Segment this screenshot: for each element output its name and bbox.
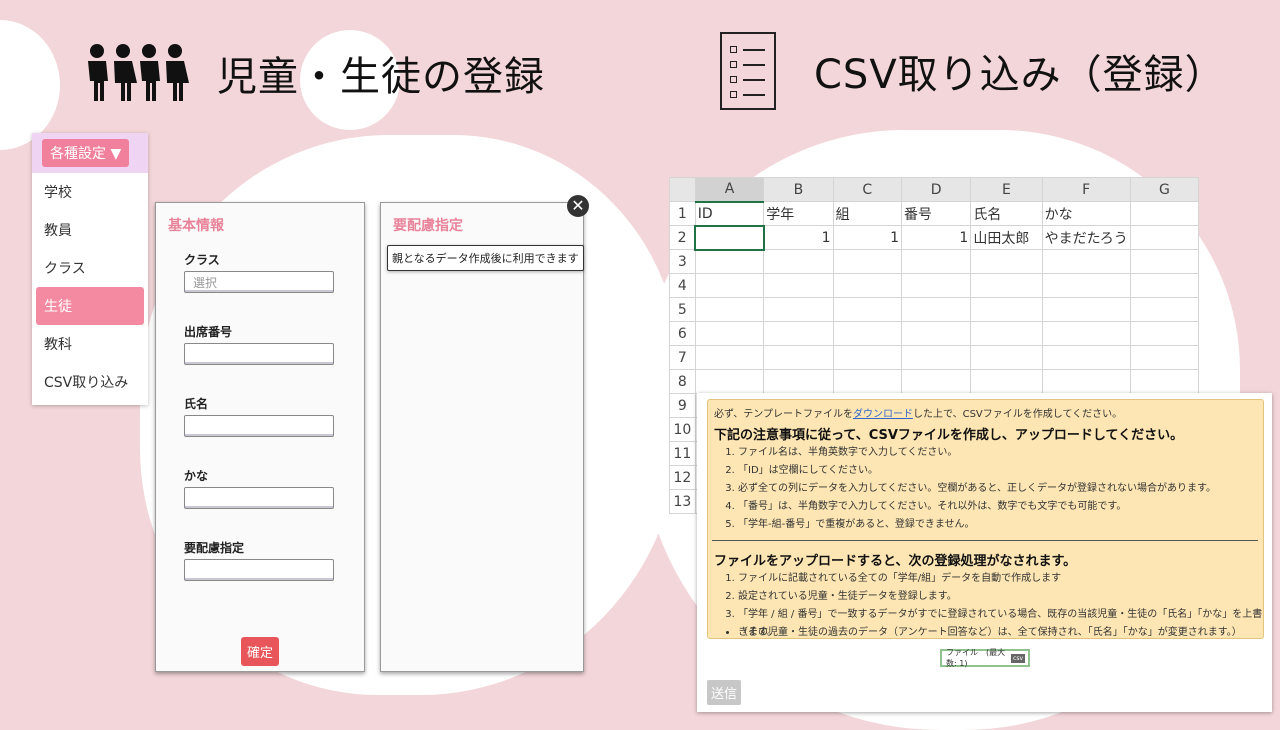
column-header[interactable]: F: [1041, 177, 1131, 202]
settings-header: 各種設定 ▼: [32, 133, 148, 173]
column-header[interactable]: D: [900, 177, 972, 202]
sheet-cell[interactable]: [1129, 225, 1199, 250]
number-label: 出席番号: [184, 325, 233, 339]
row-header[interactable]: 7: [669, 345, 696, 370]
background-blob-left: [0, 20, 60, 150]
template-notice: 必ず、テンプレートファイルをダウンロードした上で、CSVファイルを作成してくださ…: [714, 405, 1122, 420]
basic-info-card: 基本情報 クラス 選択 出席番号 氏名 かな 要配慮指定 確定: [155, 202, 365, 672]
page-title-left: 児童・生徒の登録: [85, 38, 545, 108]
list-item: 「番号」は、半角数字で入力してください。それ以外は、数字でも文字でも可能です。: [738, 498, 1216, 516]
row-header[interactable]: 5: [669, 297, 696, 322]
row-header[interactable]: 8: [669, 369, 696, 394]
rules-heading: 下記の注意事項に従って、CSVファイルを作成し、アップロードしてください。: [714, 428, 1184, 443]
row-header[interactable]: 2: [669, 225, 696, 250]
settings-menu: 各種設定 ▼ 学校 教員 クラス 生徒 教科 CSV取り込み: [32, 133, 148, 405]
row-header[interactable]: 1: [669, 201, 696, 226]
care-designation-title: 要配慮指定: [393, 218, 463, 234]
checklist-icon: [720, 32, 776, 110]
sheet-cell[interactable]: [1129, 201, 1199, 226]
kana-input[interactable]: [184, 487, 334, 509]
title-text-right: CSV取り込み（登録）: [814, 52, 1226, 98]
number-input[interactable]: [184, 343, 334, 365]
column-header[interactable]: C: [832, 177, 903, 202]
menu-item-student[interactable]: 生徒: [36, 287, 144, 325]
row-header[interactable]: 13: [669, 489, 696, 514]
column-header[interactable]: A: [694, 177, 765, 203]
care-input[interactable]: [184, 559, 334, 581]
divider: [712, 540, 1258, 541]
class-select[interactable]: 選択: [184, 271, 334, 293]
sheet-cell[interactable]: 学年: [763, 201, 834, 226]
people-icon: [85, 43, 189, 103]
rules-list: ファイル名は、半角英数字で入力してください。 「ID」は空欄にしてください。 必…: [708, 444, 1216, 534]
row-header[interactable]: 9: [669, 393, 696, 418]
row-header[interactable]: 11: [669, 441, 696, 466]
note-list: （その児童・生徒の過去のデータ（アンケート回答など）は、全て保持され、「氏名」「…: [708, 624, 1242, 642]
list-item: 設定されている児童・生徒データを登録します。: [738, 588, 1263, 606]
list-item: 「学年-組-番号」で重複があると、登録できません。: [738, 516, 1216, 534]
menu-item-teacher[interactable]: 教員: [32, 211, 148, 249]
selected-cell[interactable]: [694, 224, 765, 251]
process-heading: ファイルをアップロードすると、次の登録処理がなされます。: [714, 554, 1077, 569]
sheet-cell[interactable]: やまだたろう: [1041, 225, 1131, 250]
file-label: ファイル (最大数: 1): [946, 648, 1006, 668]
sheet-cell[interactable]: 氏名: [970, 201, 1043, 226]
row-header[interactable]: 4: [669, 273, 696, 298]
notice-text: 必ず、テンプレートファイルを: [714, 409, 853, 420]
menu-item-csv-import[interactable]: CSV取り込み: [32, 363, 148, 401]
kana-label: かな: [184, 469, 209, 483]
list-item: （その児童・生徒の過去のデータ（アンケート回答など）は、全て保持され、「氏名」「…: [738, 624, 1242, 642]
title-text-left: 児童・生徒の登録: [217, 54, 545, 100]
menu-item-class[interactable]: クラス: [32, 249, 148, 287]
menu-item-school[interactable]: 学校: [32, 173, 148, 211]
sheet-cell[interactable]: 1: [763, 225, 834, 250]
class-label: クラス: [184, 253, 220, 267]
name-label: 氏名: [184, 397, 209, 411]
sheet-corner[interactable]: [669, 177, 696, 202]
row-header[interactable]: 3: [669, 249, 696, 274]
column-header[interactable]: G: [1129, 177, 1199, 202]
notice-text: した上で、CSVファイルを作成してください。: [913, 409, 1123, 420]
close-icon[interactable]: ✕: [567, 195, 589, 217]
column-header[interactable]: B: [763, 177, 834, 202]
column-header[interactable]: E: [970, 177, 1043, 202]
care-designation-card: 要配慮指定 親となるデータ作成後に利用できます: [380, 202, 584, 672]
instructions-box: 必ず、テンプレートファイルをダウンロードした上で、CSVファイルを作成してくださ…: [707, 399, 1264, 639]
list-item: ファイルに記載されている全ての「学年/組」データを自動で作成します: [738, 570, 1263, 588]
name-input[interactable]: [184, 415, 334, 437]
sheet-cell[interactable]: 1: [832, 225, 903, 250]
process-list: ファイルに記載されている全ての「学年/組」データを自動で作成します 設定されてい…: [708, 570, 1263, 638]
care-tooltip: 親となるデータ作成後に利用できます: [387, 245, 584, 271]
sheet-cell[interactable]: 山田太郎: [970, 225, 1043, 250]
care-label: 要配慮指定: [184, 541, 245, 555]
file-upload-input[interactable]: ファイル (最大数: 1) csv: [940, 648, 1030, 668]
row-header[interactable]: 10: [669, 417, 696, 442]
basic-info-title: 基本情報: [168, 218, 224, 234]
list-item: 「学年 / 組 / 番号」で一致するデータがすでに登録されている場合、既存の当該…: [738, 606, 1263, 638]
menu-item-subject[interactable]: 教科: [32, 325, 148, 363]
confirm-button[interactable]: 確定: [241, 637, 280, 666]
template-download-link[interactable]: ダウンロード: [853, 409, 913, 420]
settings-dropdown-button[interactable]: 各種設定 ▼: [42, 139, 130, 167]
page-title-right: CSV取り込み（登録）: [720, 30, 1226, 112]
row-header[interactable]: 12: [669, 465, 696, 490]
list-item: ファイル名は、半角英数字で入力してください。: [738, 444, 1216, 462]
sheet-cell[interactable]: 1: [900, 225, 972, 250]
csv-upload-panel: 必ず、テンプレートファイルをダウンロードした上で、CSVファイルを作成してくださ…: [697, 393, 1272, 712]
csv-file-icon: csv: [1011, 653, 1025, 663]
list-item: 「ID」は空欄にしてください。: [738, 462, 1216, 480]
sheet-cell[interactable]: ID: [694, 201, 765, 226]
sheet-cell[interactable]: 組: [832, 201, 903, 226]
sheet-cell[interactable]: 番号: [900, 201, 972, 226]
row-header[interactable]: 6: [669, 321, 696, 346]
list-item: 必ず全ての列にデータを入力してください。空欄があると、正しくデータが登録されない…: [738, 480, 1216, 498]
send-button[interactable]: 送信: [707, 680, 742, 705]
sheet-cell[interactable]: かな: [1041, 201, 1131, 226]
